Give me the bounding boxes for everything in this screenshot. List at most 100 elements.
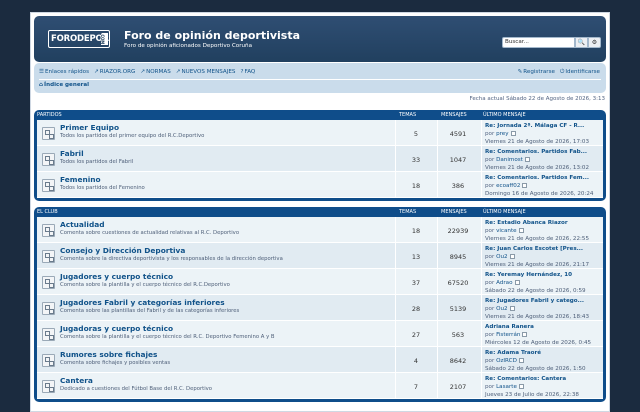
gear-icon: ⚙ xyxy=(591,39,598,46)
cell-divider xyxy=(437,217,438,242)
view-latest-post-icon[interactable] xyxy=(509,306,515,311)
cell-divider xyxy=(481,295,482,320)
last-post-title[interactable]: Re: Estadio Abanca Riazor xyxy=(485,220,568,226)
site-logo[interactable]: FORODEPOR .COM xyxy=(48,30,110,48)
quick-links-menu[interactable]: ☰Enlaces rápidos xyxy=(39,69,89,77)
author-link[interactable]: vicante xyxy=(496,228,517,234)
forum-row: Jugadores y cuerpo técnico Comenta sobre … xyxy=(37,269,603,295)
forum-category: PARTIDOS TEMAS MENSAJES ÚLTIMO MENSAJE Prime… xyxy=(34,110,606,201)
forum-read-icon xyxy=(42,224,55,237)
forum-title-link[interactable]: Consejo y Dirección Deportiva xyxy=(60,246,185,255)
posts-column-header: MENSAJES xyxy=(441,209,467,215)
breadcrumb-index[interactable]: ⌂Índice general xyxy=(39,82,89,88)
site-title[interactable]: Foro de opinión deportivista xyxy=(124,29,300,42)
category-name[interactable]: EL CLUB xyxy=(37,209,58,215)
posts-count: 386 xyxy=(451,182,465,190)
author-link[interactable]: prey xyxy=(496,131,508,137)
nuevos-mensajes-link[interactable]: ↗NUEVOS MENSAJES xyxy=(176,69,236,77)
last-post-author: por prey xyxy=(485,131,516,137)
riazor-link[interactable]: ↗RIAZOR.ORG xyxy=(94,69,135,77)
last-post-title[interactable]: Re: Jugadores Fabril y catego... xyxy=(485,298,584,304)
last-post-author: por Ou2 xyxy=(485,306,515,312)
by-label: por xyxy=(485,131,497,137)
cell-divider xyxy=(437,295,438,320)
last-post-title[interactable]: Re: Comentarios: Cantera xyxy=(485,376,566,382)
posts-count: 4591 xyxy=(449,130,467,138)
by-label: por xyxy=(485,306,497,312)
forum-title-link[interactable]: Jugadores Fabril y categorías inferiores xyxy=(60,298,225,307)
view-latest-post-icon[interactable] xyxy=(518,358,524,363)
cell-divider xyxy=(395,373,396,398)
faq-link[interactable]: ?FAQ xyxy=(241,69,256,77)
author-link[interactable]: Lasarte xyxy=(496,384,517,390)
forum-description: Comenta sobre cuestiones de actualidad r… xyxy=(60,230,240,236)
forum-read-icon xyxy=(42,250,55,263)
last-post-title[interactable]: Re: Yeremay Hernández, 10 xyxy=(485,272,572,278)
forum-row: Jugadoras y cuerpo técnico Comenta sobre … xyxy=(37,321,603,347)
author-link[interactable]: ecoaff02 xyxy=(496,183,520,189)
forum-title-link[interactable]: Actualidad xyxy=(60,220,105,229)
last-post-title[interactable]: Adriana Ranera xyxy=(485,324,534,330)
topics-count: 5 xyxy=(413,130,419,138)
view-latest-post-icon[interactable] xyxy=(522,332,528,337)
view-latest-post-icon[interactable] xyxy=(524,157,530,162)
last-post-title[interactable]: Re: Comentarios. Partidos Fem... xyxy=(485,175,589,181)
view-latest-post-icon[interactable] xyxy=(510,131,516,136)
forum-row: Jugadores Fabril y categorías inferiores… xyxy=(37,295,603,321)
last-post-date: Viernes 21 de Agosto de 2026, 13:02 xyxy=(485,165,590,171)
forum-title-link[interactable]: Jugadores y cuerpo técnico xyxy=(60,272,173,281)
forum-title-link[interactable]: Femenino xyxy=(60,175,101,184)
advanced-search-button[interactable]: ⚙ xyxy=(588,37,601,48)
forum-title-link[interactable]: Cantera xyxy=(60,376,93,385)
view-latest-post-icon[interactable] xyxy=(514,280,520,285)
last-post-date: Viernes 21 de Agosto de 2026, 21:17 xyxy=(485,262,590,268)
last-post-author: por ecoaff02 xyxy=(485,183,528,189)
cell-divider xyxy=(395,120,396,145)
author-link[interactable]: Ou2 xyxy=(496,254,508,260)
last-post-title[interactable]: Re: Adama Traoré xyxy=(485,350,541,356)
last-post-title[interactable]: Re: Comentarios. Partidos Fab... xyxy=(485,149,587,155)
author-link[interactable]: Fisterrán xyxy=(496,332,520,338)
normas-link[interactable]: ↗NORMAS xyxy=(140,69,170,77)
by-label: por xyxy=(485,332,497,338)
pencil-icon: ✎ xyxy=(517,69,523,75)
category-header: PARTIDOS TEMAS MENSAJES ÚLTIMO MENSAJE xyxy=(37,110,603,120)
view-latest-post-icon[interactable] xyxy=(509,254,515,259)
cell-divider xyxy=(481,217,482,242)
author-link[interactable]: Adrao xyxy=(496,280,512,286)
posts-count: 8945 xyxy=(449,253,467,261)
forum-description: Comenta sobre la plantilla y el cuerpo t… xyxy=(60,282,230,288)
search-input[interactable]: Buscar... xyxy=(502,37,575,48)
forum-title-link[interactable]: Rumores sobre fichajes xyxy=(60,350,157,359)
forum-description: Comenta sobre las plantillas del Fabril … xyxy=(60,308,240,314)
posts-count: 1047 xyxy=(449,156,467,164)
forum-description: Comenta sobre la directiva deportivista … xyxy=(60,256,283,262)
cell-divider xyxy=(395,269,396,294)
posts-count: 563 xyxy=(451,331,465,339)
author-link[interactable]: OzIRCD xyxy=(496,358,517,364)
view-latest-post-icon[interactable] xyxy=(518,384,524,389)
author-link[interactable]: Danimost xyxy=(496,157,523,163)
category-name[interactable]: PARTIDOS xyxy=(37,112,62,118)
last-post-author: por Lasarte xyxy=(485,384,524,390)
author-link[interactable]: Ou2 xyxy=(496,306,508,312)
forum-read-icon xyxy=(42,328,55,341)
forum-title-link[interactable]: Fabril xyxy=(60,149,84,158)
topics-count: 7 xyxy=(413,383,419,391)
search-button[interactable]: 🔍 xyxy=(575,37,588,48)
posts-count: 22939 xyxy=(447,227,469,235)
login-link[interactable]: ⏻Identificarse xyxy=(560,69,600,76)
nav-divider xyxy=(39,79,601,80)
posts-column-header: MENSAJES xyxy=(441,112,467,118)
view-latest-post-icon[interactable] xyxy=(522,183,528,188)
last-post-title[interactable]: Re: Juan Carlos Escotet [Pres... xyxy=(485,246,583,252)
cell-divider xyxy=(481,120,482,145)
register-link[interactable]: ✎Registrarse xyxy=(518,69,555,76)
cell-divider xyxy=(437,347,438,372)
last-post-title[interactable]: Re: Jornada 2ª. Málaga CF - R... xyxy=(485,123,584,129)
forum-title-link[interactable]: Primer Equipo xyxy=(60,123,119,132)
view-latest-post-icon[interactable] xyxy=(518,228,524,233)
cell-divider xyxy=(481,321,482,346)
forum-row: Cantera Dedicado a cuestiones del Fútbol … xyxy=(37,373,603,399)
forum-title-link[interactable]: Jugadoras y cuerpo técnico xyxy=(60,324,173,333)
